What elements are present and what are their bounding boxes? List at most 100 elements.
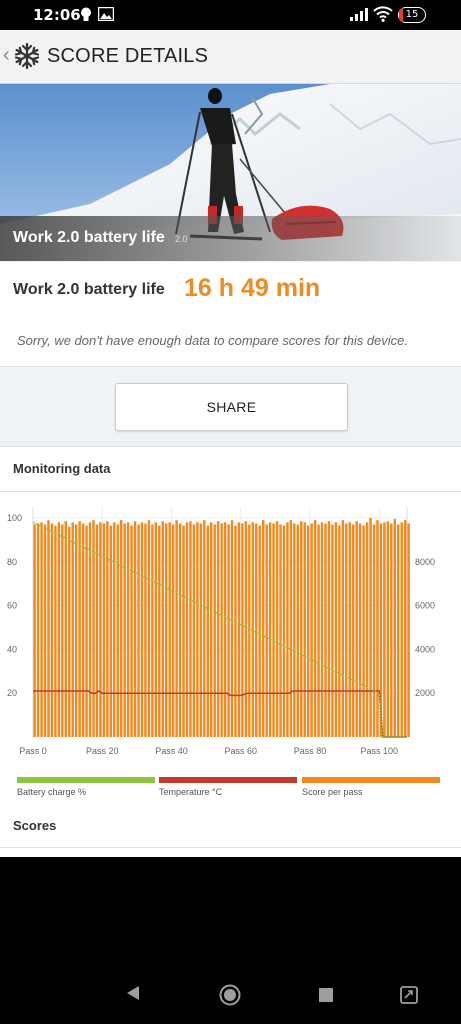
score-bar [171,524,175,737]
score-bar [397,524,400,737]
score-bar [210,522,213,737]
x-tick-label: Pass 100 [361,746,399,756]
snowflake-logo-icon[interactable] [13,42,41,70]
score-bar [372,524,376,737]
score-bar [341,520,345,737]
legend-score-swatch [302,777,440,783]
score-bar [227,524,230,737]
score-bar [123,523,126,737]
score-bar [206,525,210,737]
legend-score-label: Score per pass [302,787,363,797]
battery-icon: 15 [398,7,426,23]
score-bar [71,522,74,737]
legend-temperature-swatch [159,777,297,783]
recents-icon[interactable] [319,988,333,1002]
score-bar [119,520,123,737]
x-tick-label: Pass 20 [86,746,119,756]
y-tick-label: 100 [7,513,22,523]
result-card: Work 2.0 battery life 16 h 49 min [0,262,461,319]
score-bar [144,523,147,737]
score-bar [192,524,196,737]
score-bar [327,521,331,737]
gallery-notification-icon [98,7,114,21]
score-bar [376,520,379,737]
score-bar [303,522,306,737]
score-bar [265,524,268,737]
score-bar [331,524,334,737]
score-bar [383,522,386,737]
hero-title: Work 2.0 battery life [13,229,165,246]
score-bar [130,525,133,737]
score-bar [313,520,317,737]
score-bar [161,521,164,737]
score-bar [106,521,109,737]
share-button[interactable]: SHARE [115,383,348,431]
score-bar [126,522,130,737]
score-bar [61,524,64,737]
legend-temperature-label: Temperature °C [159,787,223,797]
score-bar [403,520,407,737]
score-bar [393,519,397,737]
monitoring-title: Monitoring data [13,461,111,476]
y-tick-label: 40 [7,644,17,654]
monitoring-chart: 100 80 60 40 20 8000 6000 4000 2000 Pass 0 Pass 20… [7,507,435,756]
score-bar [223,522,227,737]
score-bar [275,521,279,737]
scores-title: Scores [13,818,57,833]
legend-score: Score per pass [302,777,440,807]
score-bar [358,523,362,737]
score-bar [47,520,50,737]
y-tick-label: 60 [7,601,17,611]
score-bar [164,523,168,737]
back-icon[interactable] [126,985,140,1001]
app-header: ‹ SCORE DETAILS [0,30,461,84]
score-bar [289,520,293,737]
y2-tick-label: 6000 [415,601,435,611]
score-bar [324,523,327,737]
signal-icon [350,8,368,21]
score-bar [140,522,144,737]
x-tick-label: Pass 0 [19,746,47,756]
score-bar [310,523,313,737]
score-bar [182,525,185,737]
score-bar [279,524,282,737]
compare-card: Sorry, we don't have enough data to comp… [0,318,461,367]
score-bar [268,522,272,737]
monitoring-card: Monitoring data 100 80 60 40 20 8000 6000 4000 2… [0,446,461,857]
back-chevron-icon[interactable]: ‹ [3,44,10,67]
score-bar [317,524,320,737]
hero-image: Work 2.0 battery life 2.0 [0,84,461,261]
score-bar [220,523,223,737]
score-bar [199,523,203,737]
page-title: SCORE DETAILS [47,45,209,67]
screen-capture-icon[interactable] [400,986,418,1004]
score-bar [137,524,140,737]
score-bar [203,520,206,737]
score-bar [286,522,289,737]
score-bar [33,524,36,737]
score-bar [365,522,369,737]
score-bar [362,525,365,737]
score-bar [95,524,99,737]
score-bar [57,522,61,737]
score-bar [230,520,234,737]
score-bar [40,522,43,737]
y2-tick-label: 4000 [415,644,435,654]
home-icon[interactable] [219,984,241,1006]
score-bar [237,522,241,737]
score-bar [158,525,161,737]
x-tick-label: Pass 40 [155,746,188,756]
score-bar [369,517,372,737]
result-value: 16 h 49 min [184,274,321,302]
score-bar [74,524,78,737]
y-tick-label: 80 [7,557,17,567]
score-bar [68,526,71,737]
score-bar [43,524,47,737]
score-bar [407,523,410,737]
score-bar [348,522,351,737]
score-bar [296,524,300,737]
score-bar [355,521,358,737]
status-time: 12:06 [33,6,81,24]
score-bar [116,524,119,737]
score-bar [113,522,116,737]
